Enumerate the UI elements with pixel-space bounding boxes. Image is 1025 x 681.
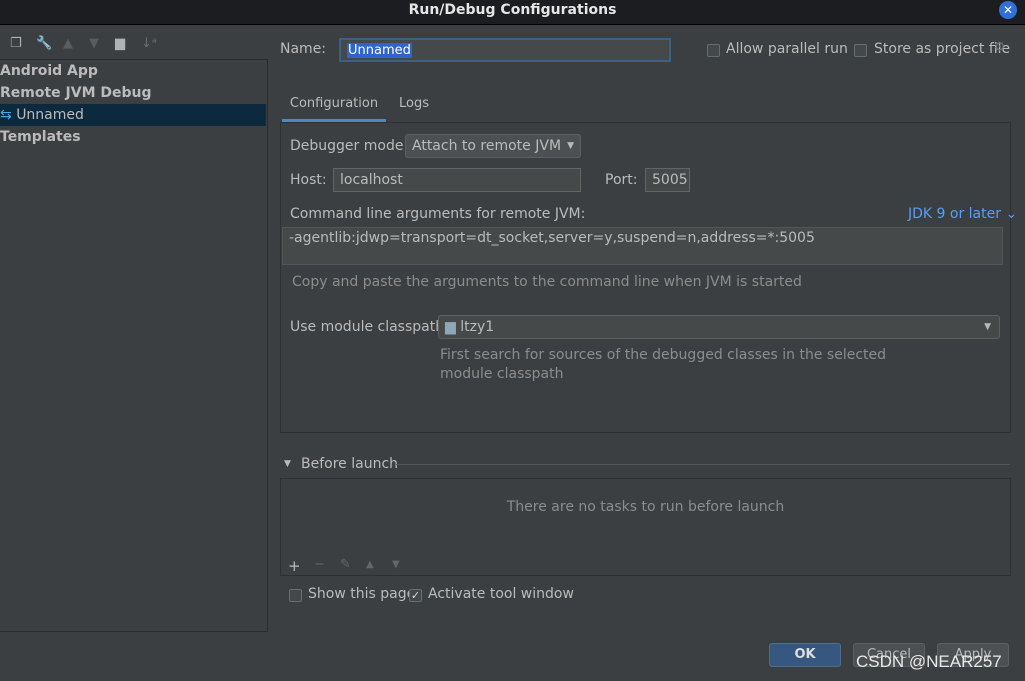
watermark: CSDN @NEAR257 <box>856 652 1002 671</box>
edit-icon[interactable]: ✎ <box>340 557 351 572</box>
collapse-icon[interactable]: ▼ <box>284 459 291 469</box>
module-classpath-label: Use module classpath: <box>290 319 449 335</box>
close-button[interactable]: ✕ <box>999 1 1017 19</box>
show-page-label: Show this page <box>308 586 416 602</box>
cmd-args-hint: Copy and paste the arguments to the comm… <box>292 274 802 290</box>
debugger-mode-label: Debugger mode: <box>290 138 409 154</box>
before-launch-panel <box>280 478 1011 576</box>
port-label: Port: <box>605 172 638 188</box>
copy-icon[interactable]: ❐ <box>10 36 22 51</box>
cmd-args-field[interactable]: -agentlib:jdwp=transport=dt_socket,serve… <box>282 227 1003 265</box>
sort-icon[interactable]: ↓ᵃ <box>141 36 157 51</box>
divider <box>396 464 1010 465</box>
add-icon[interactable]: + <box>288 557 301 575</box>
host-input[interactable]: localhost <box>333 168 581 192</box>
before-launch-title: Before launch <box>301 456 399 472</box>
jdk-version-text: JDK 9 or later <box>908 206 1001 222</box>
name-label: Name: <box>280 41 327 57</box>
module-hint-line1: First search for sources of the debugged… <box>440 347 887 363</box>
move-up-icon[interactable]: ▲ <box>366 559 374 570</box>
store-project-checkbox[interactable] <box>854 44 867 57</box>
module-hint-line2: module classpath <box>440 366 564 382</box>
port-input[interactable]: 5005 <box>645 168 690 192</box>
host-label: Host: <box>290 172 327 188</box>
before-launch-empty: There are no tasks to run before launch <box>506 499 785 515</box>
allow-parallel-label: Allow parallel run <box>726 41 848 57</box>
activate-tool-window-checkbox[interactable]: ✓ <box>409 589 422 602</box>
gear-icon[interactable]: ⚙ <box>994 40 1006 55</box>
move-down-icon[interactable]: ▼ <box>392 559 400 570</box>
activate-tool-window-label: Activate tool window <box>428 586 574 602</box>
remove-icon[interactable]: − <box>314 557 325 572</box>
store-project-label: Store as project file <box>874 41 1011 57</box>
module-classpath-select[interactable]: ▆ ltzy1 ▼ <box>438 315 1000 339</box>
remote-debug-icon: ⇆ <box>0 107 12 123</box>
ok-button[interactable]: OK <box>769 643 841 667</box>
name-value: Unnamed <box>347 43 412 58</box>
tree-item-label: Unnamed <box>16 107 84 123</box>
jdk-version-link[interactable]: JDK 9 or later ⌄ <box>908 206 1017 222</box>
tree-item-templates[interactable]: Templates <box>0 126 266 148</box>
allow-parallel-checkbox[interactable] <box>707 44 720 57</box>
new-folder-icon[interactable]: ▆ <box>115 36 125 51</box>
tab-configuration[interactable]: Configuration <box>282 90 386 122</box>
show-page-checkbox[interactable] <box>289 589 302 602</box>
chevron-down-icon: ▼ <box>984 322 991 332</box>
move-down-icon[interactable]: ▼ <box>89 36 99 51</box>
debugger-mode-value: Attach to remote JVM <box>412 138 562 154</box>
tree-item-android-app[interactable]: Android App <box>0 60 266 82</box>
name-input[interactable]: Unnamed <box>339 38 671 62</box>
cmd-args-label: Command line arguments for remote JVM: <box>290 206 586 222</box>
tab-logs[interactable]: Logs <box>390 90 438 122</box>
module-value: ltzy1 <box>460 319 495 335</box>
window-title: Run/Debug Configurations <box>408 2 617 18</box>
module-folder-icon: ▆ <box>445 319 456 335</box>
chevron-down-icon: ▼ <box>567 141 574 151</box>
wrench-icon[interactable]: 🔧 <box>36 36 52 51</box>
move-up-icon[interactable]: ▲ <box>63 36 73 51</box>
tree-item-unnamed[interactable]: ⇆ Unnamed <box>0 104 266 126</box>
tree-item-remote-jvm-debug[interactable]: Remote JVM Debug <box>0 82 266 104</box>
config-tree: Android App Remote JVM Debug ⇆ Unnamed T… <box>0 59 268 632</box>
debugger-mode-select[interactable]: Attach to remote JVM ▼ <box>405 134 581 158</box>
